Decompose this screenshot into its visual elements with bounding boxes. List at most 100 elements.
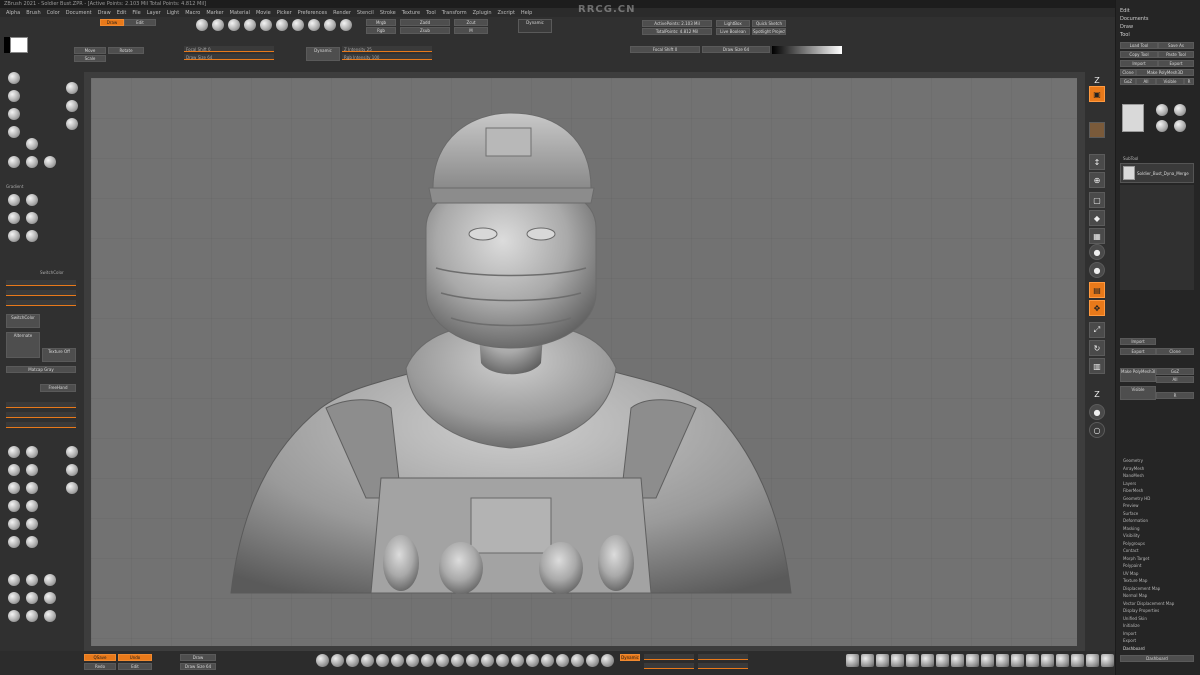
subpalette-texture-map[interactable]: Texture Map xyxy=(1123,578,1147,583)
local-icon[interactable]: ● xyxy=(1089,244,1105,260)
bottom-xpose-icon[interactable] xyxy=(996,654,1009,667)
bottom-brush-move-icon[interactable] xyxy=(346,654,359,667)
scale-brush-icon[interactable] xyxy=(212,19,224,31)
scale-button[interactable]: Scale xyxy=(74,55,106,62)
copy-tool-button[interactable]: Copy Tool xyxy=(1120,51,1158,58)
subpalette-surface[interactable]: Surface xyxy=(1123,511,1138,516)
material-flat-icon[interactable] xyxy=(44,574,56,586)
dynamic-button[interactable]: Dynamic xyxy=(518,19,552,33)
bottom-brush-hpolish-icon[interactable] xyxy=(376,654,389,667)
brush-pinch-icon[interactable] xyxy=(26,138,38,150)
tray-header-documents[interactable]: Documents xyxy=(1120,16,1149,22)
active-brush-button[interactable]: Dynamic xyxy=(620,654,640,661)
subpalette-visibility[interactable]: Visibility xyxy=(1123,533,1140,538)
subpalette-masking[interactable]: Masking xyxy=(1123,526,1140,531)
bottom-mask-icon[interactable] xyxy=(1056,654,1069,667)
subpalette-polygroups[interactable]: Polygroups xyxy=(1123,541,1145,546)
matcap-7-icon[interactable] xyxy=(8,482,20,494)
bottom-brush-damstandard-icon[interactable] xyxy=(361,654,374,667)
dashboard-button[interactable]: Dashboard xyxy=(1120,655,1194,662)
stroke-sphere-icon[interactable] xyxy=(292,19,304,31)
subtool-extract-button[interactable]: GoZ xyxy=(1156,368,1194,375)
alternate-button[interactable]: Alternate xyxy=(6,332,40,358)
polyframe-icon[interactable]: ▥ xyxy=(1089,358,1105,374)
alpha-icon[interactable] xyxy=(8,212,20,224)
subpalette-export[interactable]: Export xyxy=(1123,638,1136,643)
subpalette-nanomesh[interactable]: NanoMesh xyxy=(1123,473,1144,478)
smooth-button[interactable]: Focal Shift 0 xyxy=(630,46,700,53)
matcap-3-icon[interactable] xyxy=(66,446,78,458)
clone-button[interactable]: Clone xyxy=(1120,69,1136,76)
bottom-brush-snakehook-icon[interactable] xyxy=(466,654,479,667)
mrgb-button[interactable]: Mrgb xyxy=(366,19,396,26)
menu-item-stencil[interactable]: Stencil xyxy=(357,10,374,16)
bottom-frame-icon[interactable] xyxy=(891,654,904,667)
brush-extra-icon[interactable] xyxy=(44,156,56,168)
matcap-5-icon[interactable] xyxy=(26,464,38,476)
save-as-button[interactable]: Save As xyxy=(1158,42,1194,49)
paste-tool-button[interactable]: Paste Tool xyxy=(1158,51,1194,58)
bottom-slider-1[interactable] xyxy=(644,654,694,660)
menu-item-render[interactable]: Render xyxy=(333,10,351,16)
menu-item-color[interactable]: Color xyxy=(47,10,60,16)
export-button[interactable]: Export xyxy=(1158,60,1194,67)
quick-sketch-button[interactable]: Quick Sketch xyxy=(752,20,786,27)
stroke-slider-2[interactable] xyxy=(6,412,76,418)
material-sphere-icon[interactable] xyxy=(244,19,256,31)
zoom-icon[interactable]: ⊕ xyxy=(1089,172,1105,188)
bottom-dynamic-icon[interactable] xyxy=(1011,654,1024,667)
menu-item-stroke[interactable]: Stroke xyxy=(380,10,396,16)
import-button[interactable]: Import xyxy=(1120,60,1158,67)
bottom-solo-icon[interactable] xyxy=(981,654,994,667)
menu-item-zscript[interactable]: Zscript xyxy=(498,10,515,16)
subpalette-geometry-hd[interactable]: Geometry HD xyxy=(1123,496,1150,501)
bottom-slider-2[interactable] xyxy=(644,663,694,669)
subtool-insert-button[interactable]: R xyxy=(1156,392,1194,399)
primary-color-swatch[interactable] xyxy=(10,37,28,53)
bottom-brush-smooth-icon[interactable] xyxy=(436,654,449,667)
zcut-button[interactable]: Zcut xyxy=(454,19,488,26)
subpalette-arraymesh[interactable]: ArrayMesh xyxy=(1123,466,1144,471)
tool-thumbnail-cube[interactable] xyxy=(1174,104,1186,116)
subpalette-layers[interactable]: Layers xyxy=(1123,481,1136,486)
bottom-brush-slice-icon[interactable] xyxy=(571,654,584,667)
texture-icon[interactable] xyxy=(26,212,38,224)
subpalette-vector-displacement-map[interactable]: Vector Displacement Map xyxy=(1123,601,1174,606)
canvas-viewport[interactable] xyxy=(84,72,1085,651)
menu-item-transform[interactable]: Transform xyxy=(442,10,467,16)
live-boolean-button[interactable]: Live Boolean xyxy=(716,28,750,35)
bottom-brush-zmodeler-icon[interactable] xyxy=(601,654,614,667)
frame-icon[interactable]: ▤ xyxy=(1089,282,1105,298)
menu-item-draw[interactable]: Draw xyxy=(98,10,111,16)
subtool-merge-button[interactable]: Export xyxy=(1120,348,1156,355)
brush-inflat-icon[interactable] xyxy=(8,126,20,138)
menu-item-brush[interactable]: Brush xyxy=(26,10,40,16)
rotate-icon[interactable]: ↻ xyxy=(1089,340,1105,356)
bottom-slice-icon[interactable] xyxy=(1071,654,1084,667)
matcap-6-icon[interactable] xyxy=(66,464,78,476)
solo-icon[interactable]: ● xyxy=(1089,404,1105,420)
stroke-slider-1[interactable] xyxy=(6,402,76,408)
bottom-brush-curvetube-icon[interactable] xyxy=(526,654,539,667)
tray-header-edit[interactable]: Edit xyxy=(1120,8,1130,14)
subtool-split-button[interactable]: Import xyxy=(1120,338,1156,345)
draw-bottom-button[interactable]: Draw xyxy=(180,654,216,661)
bottom-clip-icon[interactable] xyxy=(1101,654,1114,667)
brush-movetopo-icon[interactable] xyxy=(26,156,38,168)
matcap-gray-button[interactable]: Matcap Gray xyxy=(6,366,76,373)
bottom-floor-icon[interactable] xyxy=(861,654,874,667)
tray-header-draw[interactable]: Draw xyxy=(1120,24,1133,30)
bpr-render-icon[interactable]: ▣ xyxy=(1089,86,1105,102)
subpalette-uv-map[interactable]: UV Map xyxy=(1123,571,1138,576)
subtool-header[interactable]: SubTool xyxy=(1123,156,1138,161)
menu-item-picker[interactable]: Picker xyxy=(277,10,292,16)
bottom-brush-layer-icon[interactable] xyxy=(511,654,524,667)
material-wax-icon[interactable] xyxy=(8,610,20,622)
subpalette-morph-target[interactable]: Morph Target xyxy=(1123,556,1149,561)
bottom-brush-trimdynamic-icon[interactable] xyxy=(391,654,404,667)
subpalette-contact[interactable]: Contact xyxy=(1123,548,1139,553)
matcap-10-icon[interactable] xyxy=(8,500,20,512)
zadd-button[interactable]: Zadd xyxy=(400,19,450,26)
bottom-persp-icon[interactable] xyxy=(846,654,859,667)
material-toy-icon[interactable] xyxy=(44,592,56,604)
